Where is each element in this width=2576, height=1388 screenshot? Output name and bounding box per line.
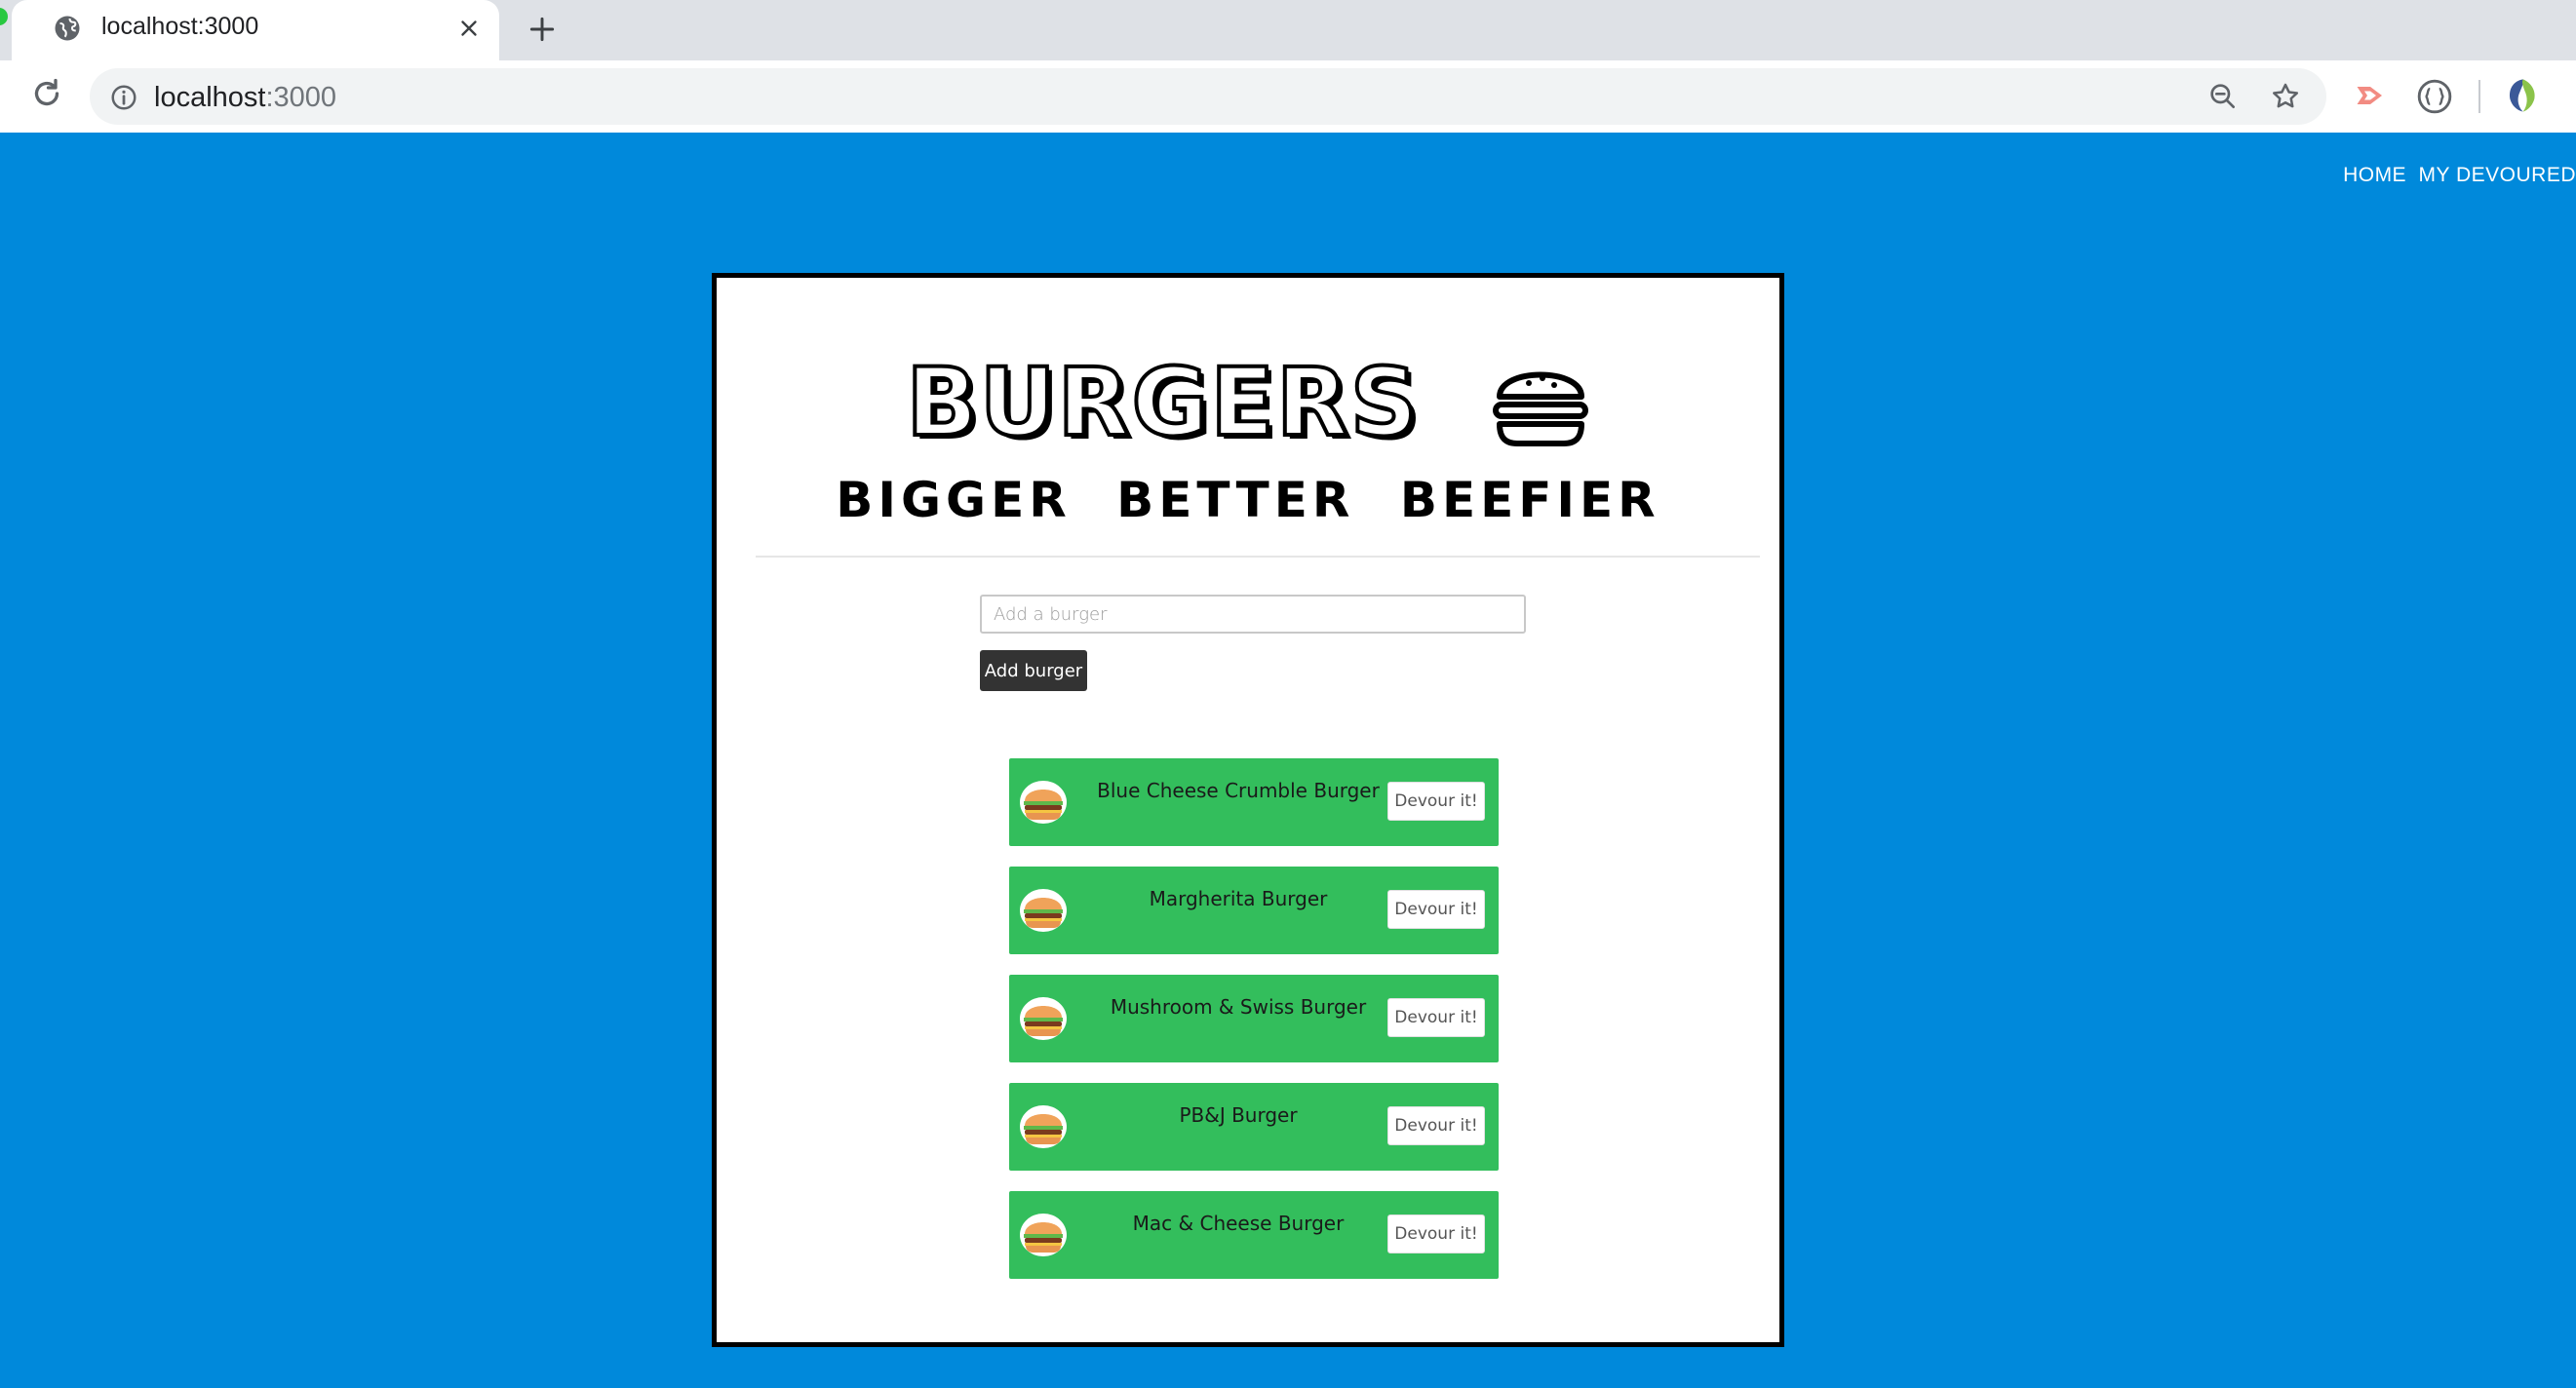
devour-button[interactable]: Devour it! [1387,1106,1485,1145]
devour-button[interactable]: Devour it! [1387,890,1485,929]
address-bar[interactable]: localhost:3000 [90,68,2326,125]
tagline: BIGGER BETTER BEEFIER [836,472,1660,528]
devour-button[interactable]: Devour it! [1387,1214,1485,1253]
extension-json-icon[interactable] [2416,78,2453,115]
url-text[interactable]: localhost:3000 [154,81,336,114]
burger-thumbnail-icon [1020,781,1067,824]
burger-thumbnail-icon [1020,997,1067,1040]
reload-icon[interactable] [29,76,64,111]
profile-avatar-icon[interactable] [2502,76,2541,115]
nav-devoured-link[interactable]: MY DEVOURED [2419,162,2576,189]
window-control-dot[interactable] [0,8,8,25]
burger-list-item: Margherita Burger Devour it! [1009,867,1499,954]
url-host: localhost [154,82,266,113]
add-burger-input[interactable] [980,595,1526,634]
browser-tab[interactable]: localhost:3000 [12,0,499,60]
extension-arrow-icon[interactable] [2352,78,2389,113]
header-divider [756,556,1760,558]
burger-name: Blue Cheese Crumble Burger [1097,779,1380,802]
toolbar-separator [2478,80,2480,113]
close-icon[interactable] [456,16,482,41]
page-title: BURGERS [905,348,1421,457]
browser-toolbar: localhost:3000 [0,60,2576,133]
info-icon[interactable] [109,83,138,112]
burger-list-item: Blue Cheese Crumble Burger Devour it! [1009,758,1499,846]
burger-list-item: PB&J Burger Devour it! [1009,1083,1499,1171]
zoom-out-icon[interactable] [2207,81,2239,112]
browser-tab-strip: localhost:3000 [0,0,2576,60]
site-nav: HOME MY DEVOURED [2343,162,2576,189]
devour-button[interactable]: Devour it! [1387,782,1485,821]
nav-home-link[interactable]: HOME [2343,162,2406,189]
devour-button[interactable]: Devour it! [1387,998,1485,1037]
burger-icon [1493,371,1589,446]
burger-list-item: Mac & Cheese Burger Devour it! [1009,1191,1499,1279]
burger-thumbnail-icon [1020,1214,1067,1256]
tab-title: localhost:3000 [101,13,259,40]
new-tab-icon[interactable] [527,14,558,45]
brand-header: BURGERS [717,348,1779,457]
main-card: BURGERS BIGGER BETTER BEEFIER Add burger… [712,273,1784,1347]
burger-list-item: Mushroom & Swiss Burger Devour it! [1009,975,1499,1062]
add-burger-button[interactable]: Add burger [980,650,1087,691]
globe-icon [55,16,80,41]
burger-name: Mac & Cheese Burger [1132,1212,1345,1235]
bookmark-star-icon[interactable] [2270,81,2301,112]
burger-name: Mushroom & Swiss Burger [1110,995,1367,1019]
burger-thumbnail-icon [1020,889,1067,932]
burger-name: Margherita Burger [1149,887,1328,910]
burger-thumbnail-icon [1020,1105,1067,1148]
url-port: :3000 [265,82,337,113]
burger-list: Blue Cheese Crumble Burger Devour it! Ma… [1009,758,1499,1299]
burger-name: PB&J Burger [1179,1103,1298,1127]
